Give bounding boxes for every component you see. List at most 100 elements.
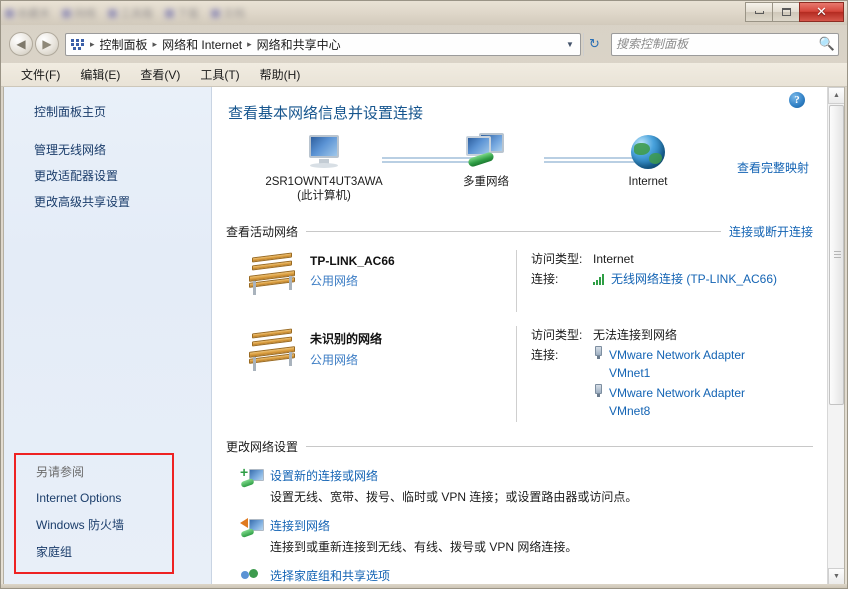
breadcrumb-item-network-sharing-center[interactable]: 网络和共享中心 [254,35,344,54]
main-panel: ? 查看基本网络信息并设置连接 2SR1OWNT4UT3AWA (此计算机) 多… [212,87,844,585]
breadcrumb-separator: ▸ [247,38,252,49]
connections-label: 连接: [531,348,559,362]
help-icon[interactable]: ? [789,92,805,108]
search-icon: 🔍 [818,36,836,51]
access-type-label: 访问类型: [531,328,583,342]
network-identity[interactable]: TP-LINK_AC66 公用网络 [226,250,516,312]
close-icon: ✕ [816,4,827,19]
scrollbar-thumb[interactable] [829,105,844,405]
sidebar-item-windows-firewall[interactable]: Windows 防火墙 [16,511,172,538]
view-full-map-link[interactable]: 查看完整映射 [737,159,809,176]
search-input[interactable] [616,37,820,51]
multiple-networks-icon [460,133,512,171]
maximize-button[interactable] [772,2,800,22]
connections-row: 连接: VMware Network Adapter VMnet1 VMware… [531,346,813,420]
forward-arrow-icon: ▶ [42,37,52,51]
menu-file[interactable]: 文件(F) [13,64,68,85]
network-type-link[interactable]: 公用网络 [310,272,395,289]
network-details: 访问类型: 无法连接到网络 连接: VMware Network Adapter… [516,326,813,422]
see-also-highlight-box: 另请参阅 Internet Options Windows 防火墙 家庭组 [14,453,174,574]
navigation-bar: ◀ ▶ ▸ 控制面板 ▸ 网络和 Internet ▸ 网络和共享中心 ▼ ↻ … [1,25,847,63]
sidebar-item-manage-wireless-networks[interactable]: 管理无线网络 [4,137,211,163]
change-settings-header: 更改网络设置 [226,438,813,455]
connection-entry[interactable]: VMware Network Adapter VMnet1 [593,346,779,382]
menu-edit[interactable]: 编辑(E) [72,64,128,85]
nav-arrows: ◀ ▶ [9,32,59,56]
scroll-up-button[interactable]: ▲ [828,87,844,104]
sidebar-item-control-panel-home[interactable]: 控制面板主页 [4,99,211,125]
breadcrumb-item-control-panel[interactable]: 控制面板 [97,35,151,54]
divider [306,231,721,232]
sidebar-item-change-advanced-sharing-settings[interactable]: 更改高级共享设置 [4,189,211,215]
access-type-value: Internet [593,252,634,266]
connect-to-network-link[interactable]: 连接到网络 [270,517,813,534]
refresh-icon[interactable]: ↻ [583,32,605,56]
window-bottom-edge [1,584,847,588]
network-adapter-icon [593,384,604,397]
wifi-signal-icon [593,273,607,285]
access-type-label: 访问类型: [531,252,583,266]
map-node-label: 多重网络 [463,176,509,188]
map-node-computer[interactable]: 2SR1OWNT4UT3AWA (此计算机) [264,135,384,203]
divider [306,446,813,447]
address-bar[interactable]: ▸ 控制面板 ▸ 网络和 Internet ▸ 网络和共享中心 ▼ [65,32,581,56]
window-controls: ✕ [745,2,844,22]
obscured-item: 收藏夹 [5,5,50,21]
connect-network-icon [240,517,270,555]
access-type-row: 访问类型: Internet [531,250,813,268]
network-details: 访问类型: Internet 连接: 无线网络连接 (TP-LINK_AC66) [516,250,813,312]
connection-entry[interactable]: 无线网络连接 (TP-LINK_AC66) [593,270,777,288]
see-also-heading: 另请参阅 [36,465,85,479]
main-scroll-region: ? 查看基本网络信息并设置连接 2SR1OWNT4UT3AWA (此计算机) 多… [212,87,827,585]
network-identity[interactable]: 未识别的网络 公用网络 [226,326,516,422]
menu-help[interactable]: 帮助(H) [252,64,309,85]
network-type-link[interactable]: 公用网络 [310,351,382,368]
map-node-label: 2SR1OWNT4UT3AWA [265,176,383,188]
change-setting-item[interactable]: 连接到网络 连接到或重新连接到无线、有线、拨号或 VPN 网络连接。 [226,517,813,555]
map-node-internet[interactable]: Internet [588,135,708,189]
connect-or-disconnect-link[interactable]: 连接或断开连接 [729,223,813,240]
scroll-down-button[interactable]: ▼ [828,568,844,585]
breadcrumb-item-network-internet[interactable]: 网络和 Internet [159,35,245,54]
choose-homegroup-sharing-link[interactable]: 选择家庭组和共享选项 [270,567,813,584]
sidebar: 控制面板主页 管理无线网络 更改适配器设置 更改高级共享设置 另请参阅 Inte… [4,87,212,585]
explorer-window: 收藏夹 网络 工具箱 下载 文档 ✕ ◀ ▶ ▸ 控制面板 ▸ 网络和 Inte… [0,0,848,589]
vertical-scrollbar[interactable]: ▲ ▼ [827,87,844,585]
connection-link[interactable]: VMware Network Adapter VMnet1 [609,346,779,382]
change-settings-heading: 更改网络设置 [226,440,299,454]
menu-tools[interactable]: 工具(T) [192,64,247,85]
change-setting-item[interactable]: 选择家庭组和共享选项 [226,567,813,585]
active-networks-heading: 查看活动网络 [226,225,299,239]
back-button[interactable]: ◀ [9,32,33,56]
computer-icon [303,135,345,171]
connection-entry[interactable]: VMware Network Adapter VMnet8 [593,384,779,420]
minimize-button[interactable] [745,2,773,22]
change-setting-item[interactable]: + 设置新的连接或网络 设置无线、宽带、拨号、临时或 VPN 连接；或设置路由器… [226,465,813,505]
minimize-icon [754,10,764,14]
setup-new-connection-link[interactable]: 设置新的连接或网络 [270,467,813,484]
maximize-icon [781,8,791,16]
forward-button[interactable]: ▶ [35,32,59,56]
close-button[interactable]: ✕ [799,2,844,22]
connection-link[interactable]: 无线网络连接 (TP-LINK_AC66) [611,272,777,286]
search-box[interactable]: 🔍 [611,32,839,56]
sidebar-item-internet-options[interactable]: Internet Options [16,484,172,511]
map-node-label: Internet [628,176,668,188]
menu-view[interactable]: 查看(V) [132,64,188,85]
active-networks-header: 查看活动网络 连接或断开连接 [226,223,813,240]
sidebar-item-homegroup[interactable]: 家庭组 [16,538,172,565]
connections-label: 连接: [531,272,559,286]
map-node-multiple-networks[interactable]: 多重网络 [426,133,546,189]
access-type-row: 访问类型: 无法连接到网络 [531,326,813,344]
network-name: 未识别的网络 [310,332,383,346]
access-type-value: 无法连接到网络 [593,328,678,342]
obscured-item: 文档 [211,5,245,21]
sidebar-item-change-adapter-settings[interactable]: 更改适配器设置 [4,163,211,189]
connection-link[interactable]: VMware Network Adapter VMnet8 [609,384,779,420]
content-area: 控制面板主页 管理无线网络 更改适配器设置 更改高级共享设置 另请参阅 Inte… [3,87,845,586]
chevron-down-icon[interactable]: ▼ [562,34,578,55]
map-node-sublabel: (此计算机) [297,190,351,202]
obscured-item: 工具箱 [108,5,153,21]
globe-icon [631,135,665,169]
